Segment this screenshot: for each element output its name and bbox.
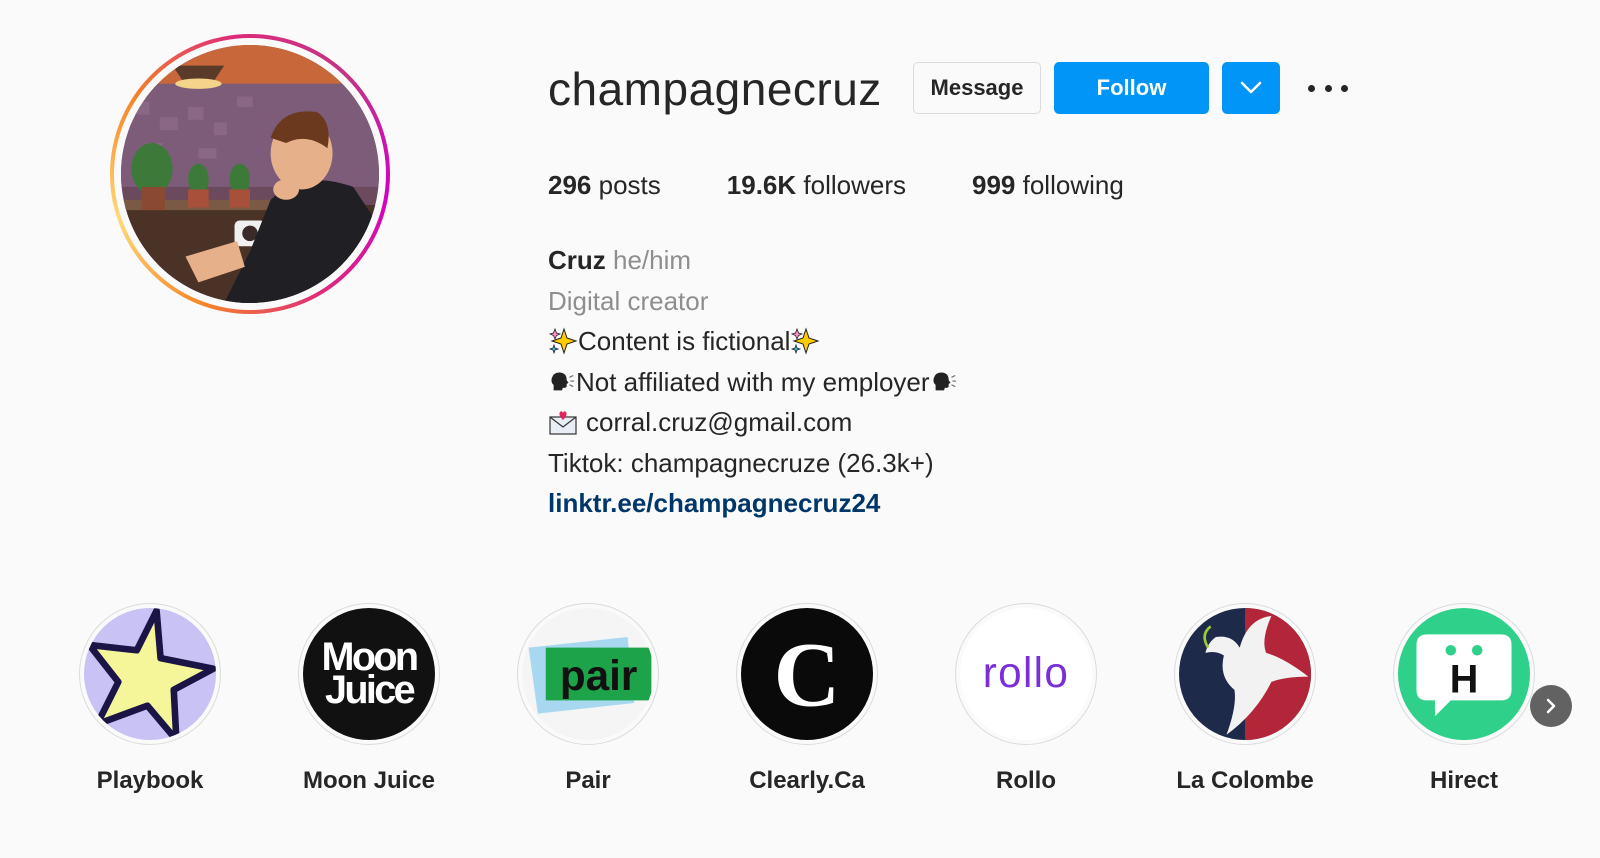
pronouns: he/him xyxy=(613,245,692,275)
highlight-ring: C xyxy=(736,603,878,745)
chevron-down-icon xyxy=(1240,81,1262,94)
la-colombe-logo xyxy=(1179,608,1311,740)
bio-external-link[interactable]: linktr.ee/champagnecruz24 xyxy=(548,483,880,524)
highlight-label: Playbook xyxy=(96,767,204,794)
highlight-ring: Moon Juice xyxy=(298,603,440,745)
category-label: Digital creator xyxy=(548,285,709,316)
hirect-logo-text: H xyxy=(1450,657,1479,701)
highlight-label: Moon Juice xyxy=(302,767,435,794)
highlight-clearly[interactable]: C Clearly.Ca xyxy=(722,603,892,795)
avatar-inner xyxy=(114,38,386,310)
clearly-logo-text: C xyxy=(774,624,841,726)
clearly-logo-art: C xyxy=(741,608,873,740)
rollo-logo-text: rollo xyxy=(983,649,1069,696)
following-stat[interactable]: 999 following xyxy=(972,170,1124,201)
profile-bio: Cruz he/him Digital creator Content is f… xyxy=(548,240,958,524)
highlight-ring xyxy=(1174,603,1316,745)
speaking-head-icon xyxy=(551,372,575,391)
username-heading: champagnecruz xyxy=(548,63,882,115)
following-count: 999 xyxy=(972,170,1016,200)
dove-logo-art xyxy=(1179,608,1311,740)
more-dot xyxy=(1324,84,1332,92)
hirect-logo-art: H xyxy=(1398,608,1530,740)
highlight-ring: rollo xyxy=(955,603,1097,745)
highlight-playbook[interactable]: Playbook xyxy=(65,603,235,795)
profile-avatar-story-ring[interactable] xyxy=(110,34,390,314)
followers-count: 19.6K xyxy=(726,170,797,200)
posts-stat: 296 posts xyxy=(548,170,661,201)
bio-line-tiktok: Tiktok: champagnecruze (26.3k+) xyxy=(548,447,934,478)
highlight-label: Pair xyxy=(565,767,611,794)
highlight-label: La Colombe xyxy=(1176,767,1314,794)
highlight-label: Rollo xyxy=(996,767,1056,794)
more-options-icon[interactable] xyxy=(1308,74,1348,102)
bio-email: corral.cruz@gmail.com xyxy=(586,407,853,437)
highlight-ring: pair xyxy=(517,603,659,745)
playbook-star-icon xyxy=(84,608,216,740)
story-highlights-tray: Playbook Moon Juice Moon Juice pair Pair… xyxy=(0,603,1600,803)
playbook-logo xyxy=(84,608,216,740)
moon-juice-logo-text-2: Juice xyxy=(325,668,415,712)
posts-label: posts xyxy=(598,170,661,200)
followers-stat[interactable]: 19.6K followers xyxy=(727,170,906,201)
rollo-logo-art: rollo xyxy=(960,608,1092,740)
highlight-la-colombe[interactable]: La Colombe xyxy=(1160,603,1330,795)
bio-text-affiliation: Not affiliated with my employer xyxy=(576,366,930,397)
sparkles-icon xyxy=(548,327,578,355)
avatar xyxy=(121,45,379,303)
more-dot xyxy=(1341,84,1348,92)
highlight-label: Hirect xyxy=(1429,767,1499,794)
hirect-logo: H xyxy=(1398,608,1530,740)
follow-button[interactable]: Follow xyxy=(1054,62,1209,114)
rollo-logo: rollo xyxy=(960,608,1092,740)
highlight-label: Clearly.Ca xyxy=(749,767,865,794)
highlight-pair[interactable]: pair Pair xyxy=(503,603,673,795)
highlight-ring xyxy=(79,603,221,745)
bio-name-line: Cruz he/him xyxy=(548,240,958,281)
highlight-ring: H xyxy=(1393,603,1535,745)
highlights-next-button[interactable] xyxy=(1530,685,1572,727)
display-name: Cruz xyxy=(548,245,606,275)
chevron-right-icon xyxy=(1546,698,1556,714)
message-button[interactable]: Message xyxy=(913,62,1041,114)
posts-count: 296 xyxy=(548,170,592,200)
highlight-hirect[interactable]: H Hirect xyxy=(1379,603,1549,795)
bio-line-link: linktr.ee/champagnecruz24 xyxy=(548,483,958,524)
bio-text-fictional: Content is fictional xyxy=(578,326,791,356)
love-letter-icon xyxy=(549,411,577,435)
moon-juice-logo: Moon Juice xyxy=(303,608,435,740)
suggested-accounts-dropdown-button[interactable] xyxy=(1222,62,1280,114)
moon-juice-logo-art: Moon Juice xyxy=(303,608,435,740)
profile-stats: 296 posts 19.6K followers 999 following xyxy=(548,170,1190,201)
pair-logo-art: pair xyxy=(522,608,654,740)
highlight-rollo[interactable]: rollo Rollo xyxy=(941,603,1111,795)
more-dot xyxy=(1308,84,1315,92)
pair-logo-text: pair xyxy=(560,652,637,699)
sparkles-icon xyxy=(791,327,821,355)
speaking-head-icon xyxy=(933,372,956,391)
bio-line-affiliation: Not affiliated with my employer xyxy=(548,362,958,403)
followers-label: followers xyxy=(803,170,906,200)
bio-line-email: corral.cruz@gmail.com xyxy=(548,402,958,443)
avatar-illustration xyxy=(121,45,379,303)
pair-logo: pair xyxy=(522,608,654,740)
clearly-logo: C xyxy=(741,608,873,740)
highlight-moon-juice[interactable]: Moon Juice Moon Juice xyxy=(284,603,454,795)
following-label: following xyxy=(1022,170,1124,200)
bio-line-fictional: Content is fictional xyxy=(548,321,958,362)
